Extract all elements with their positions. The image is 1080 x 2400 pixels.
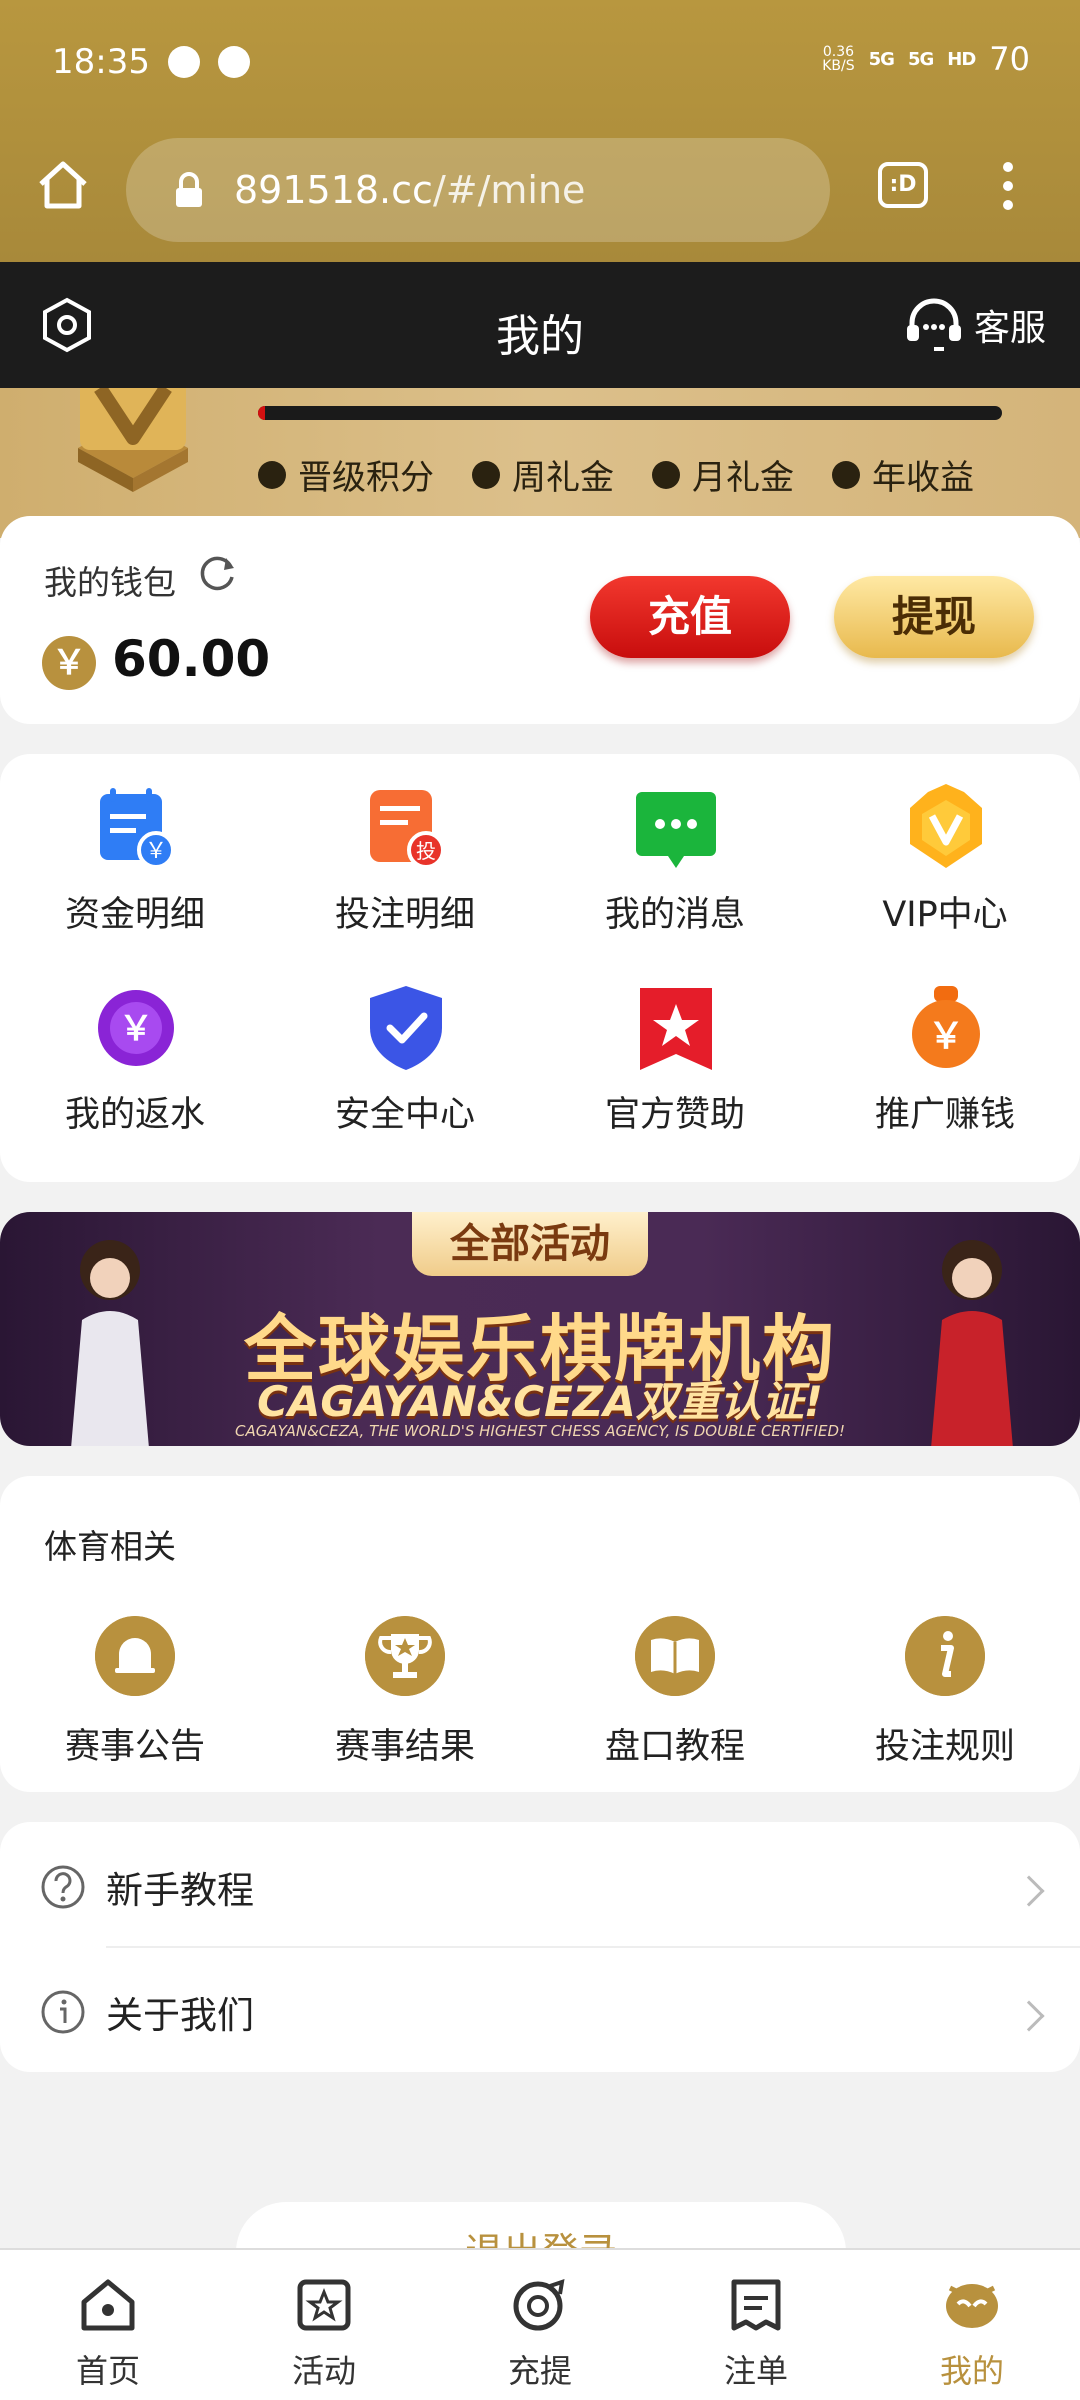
feature-menu: ￥ 资金明细 投 投注明细 我的消息 VIP中心 ￥ 我的返水 安全中心 官方赞… [0,754,1080,1182]
svg-text:￥: ￥ [928,1016,964,1057]
vip-progress-bar [258,406,1002,420]
status-time: 18:35 [52,42,150,82]
menu-item-sponsor[interactable]: 官方赞助 [540,954,810,1144]
vip-benefit: 晋级积分 [258,450,434,499]
chevron-right-icon [1013,2000,1045,2032]
banner-tag: 全部活动 [412,1212,648,1276]
nav-recharge[interactable]: 充提 [432,2250,648,2400]
menu-item-fund-detail[interactable]: ￥ 资金明细 [0,754,270,944]
bullet-icon [652,460,680,489]
vip-progress-fill [258,406,266,420]
info-circle-icon [41,1990,85,2034]
browser-menu-icon[interactable] [996,158,1020,218]
vip-crown-icon [910,784,982,868]
menu-item-bet-detail[interactable]: 投 投注明细 [270,754,540,944]
chevron-right-icon [1013,1875,1045,1907]
currency-coin-icon: ￥ [42,636,96,690]
recharge-button[interactable]: 充值 [590,576,790,658]
mine-icon [946,2284,998,2328]
bullet-icon [258,460,286,489]
vip-benefit: 月礼金 [652,450,794,499]
signal-5g-icon: 5G [907,48,934,70]
help-list: 新手教程 关于我们 [0,1822,1080,2072]
order-icon [731,2279,781,2331]
wallet-balance: 60.00 [112,630,271,688]
info-icon [905,1616,985,1696]
bullet-icon [472,460,500,489]
address-bar[interactable]: 891518.cc/#/mine [126,138,830,242]
sport-item-results[interactable]: 赛事结果 [270,1616,540,1776]
headset-icon [906,298,961,351]
vip-badge-icon [78,388,188,492]
menu-item-messages[interactable]: 我的消息 [540,754,810,944]
fund-detail-icon: ￥ [100,788,175,869]
hd-icon: HD [947,48,976,70]
battery-level: 70 [989,40,1030,78]
svg-text:投: 投 [416,839,436,863]
refresh-icon[interactable] [196,552,238,594]
recharge-icon [513,2279,565,2331]
vip-benefits: 晋级积分 周礼金 月礼金 年收益 [258,450,974,499]
nav-home[interactable]: 首页 [0,2250,216,2400]
bullet-icon [832,460,860,489]
service-label: 客服 [973,308,1046,349]
banner-caption: CAGAYAN&CEZA, THE WORLD'S HIGHEST CHESS … [234,1422,846,1440]
lock-icon [176,172,202,207]
url-text: 891518.cc/#/mine [234,168,586,212]
wallet-label: 我的钱包 [44,563,176,602]
nav-activity[interactable]: 活动 [216,2250,432,2400]
nav-mine[interactable]: 我的 [864,2250,1080,2400]
promo-banner[interactable]: 全部活动 全球娱乐棋牌机构 CAGAYAN&CEZA双重认证! CAGAYAN&… [0,1212,1080,1446]
signal-5g-icon: 5G [868,48,895,70]
svg-text:￥: ￥ [145,839,167,864]
status-indicators: 0.36 KB/S 5G 5G HD 70 [822,40,1030,78]
app-header: 我的 客服 [0,262,1080,388]
home-icon[interactable] [36,158,90,212]
trophy-icon [365,1616,445,1696]
list-item-beginner-guide[interactable]: 新手教程 [0,1822,1080,1948]
chat-notification-icon [168,46,200,78]
network-speed: 0.36 KB/S [822,44,855,74]
nav-orders[interactable]: 注单 [648,2250,864,2400]
vip-benefit: 年收益 [832,450,974,499]
customer-service-button[interactable]: 客服 [904,292,1046,358]
promote-money-icon: ￥ [912,986,980,1068]
menu-item-vip[interactable]: VIP中心 [810,754,1080,944]
browser-chrome: 18:35 0.36 KB/S 5G 5G HD 70 891518.cc/#/… [0,0,1080,262]
bell-icon [95,1616,175,1696]
list-item-about-us[interactable]: 关于我们 [0,1947,1080,2072]
wallet-card: 我的钱包 ￥ 60.00 充值 提现 [0,516,1080,724]
sport-item-announcement[interactable]: 赛事公告 [0,1616,270,1776]
withdraw-button[interactable]: 提现 [834,576,1034,658]
bet-detail-icon: 投 [370,790,445,869]
sports-section-title: 体育相关 [44,1527,176,1566]
tab-switcher-button[interactable]: :D [878,162,928,208]
browser-toolbar: 891518.cc/#/mine :D [0,130,1080,242]
message-icon [636,792,716,868]
sport-item-tutorial[interactable]: 盘口教程 [540,1616,810,1776]
home-icon [81,2279,135,2331]
bottom-navigation: 首页 活动 充提 注单 我的 [0,2248,1080,2400]
banner-subtitle: CAGAYAN&CEZA双重认证! [257,1377,823,1426]
sponsor-star-icon [640,988,712,1070]
message-notification-icon [218,46,250,78]
menu-item-security[interactable]: 安全中心 [270,954,540,1144]
menu-item-promote[interactable]: ￥ 推广赚钱 [810,954,1080,1144]
menu-item-rebate[interactable]: ￥ 我的返水 [0,954,270,1144]
sport-item-rules[interactable]: 投注规则 [810,1616,1080,1776]
shield-icon [370,986,442,1070]
sports-section: 体育相关 赛事公告 赛事结果 盘口教程 投注规则 [0,1476,1080,1792]
activity-icon [297,2279,351,2331]
svg-text:￥: ￥ [119,1009,153,1049]
book-icon [635,1616,715,1696]
status-bar: 18:35 0.36 KB/S 5G 5G HD 70 [0,0,1080,125]
question-icon [41,1865,85,1909]
vip-benefit: 周礼金 [472,450,614,499]
rebate-icon: ￥ [98,990,174,1066]
